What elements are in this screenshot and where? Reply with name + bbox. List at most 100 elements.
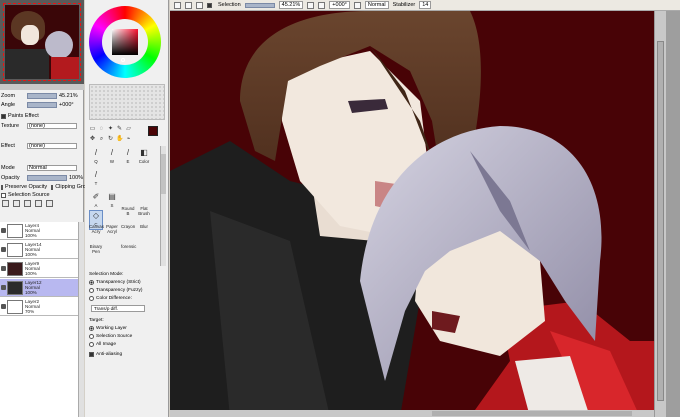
rect-select-icon[interactable]: ▭ [89, 126, 96, 133]
brush-cell[interactable]: ◧ Color [137, 148, 151, 168]
pen-icon: / [94, 148, 98, 157]
scratchpad[interactable] [89, 84, 165, 120]
brush-cell[interactable]: / W [105, 148, 119, 168]
opacity-slider[interactable] [27, 175, 67, 181]
selection-checkbox[interactable] [207, 2, 212, 8]
merge-down-icon[interactable] [35, 200, 42, 207]
selection-visible-icon[interactable] [196, 1, 203, 9]
zoom-field[interactable]: 45.21% [278, 1, 304, 9]
selection-source-label: Selection Source [8, 192, 50, 198]
zoom-slider[interactable] [27, 93, 57, 99]
texture-row: Texture (none) [0, 122, 84, 130]
visibility-icon[interactable] [1, 228, 6, 233]
brush-cell[interactable]: Crayon [121, 224, 135, 240]
mode-fuzzy-radio[interactable] [89, 288, 94, 293]
brush-cell[interactable]: Round B [121, 206, 135, 222]
visibility-icon[interactable] [1, 266, 6, 271]
invert-selection-icon[interactable] [185, 1, 192, 9]
select-eraser-icon[interactable]: ▱ [125, 126, 132, 133]
target-all-radio[interactable] [89, 342, 94, 347]
delete-layer-icon[interactable] [46, 200, 53, 207]
deselect-icon[interactable] [174, 1, 181, 9]
flip-icon[interactable] [353, 1, 361, 9]
current-color-swatch[interactable] [148, 126, 158, 136]
preserve-opacity-checkbox[interactable] [1, 184, 3, 190]
zoom-bar[interactable] [244, 2, 275, 8]
select-pen-icon[interactable]: ✎ [116, 126, 123, 133]
hand-icon[interactable]: ✋ [116, 136, 123, 143]
mode-field[interactable]: Normal [364, 1, 389, 9]
brush-cell[interactable]: Binary Pen [89, 244, 103, 264]
clipping-group-checkbox[interactable] [51, 184, 54, 190]
brush-cell[interactable]: Flat Brush [137, 206, 151, 222]
selection-source-checkbox[interactable] [1, 192, 6, 198]
angle-field[interactable]: +000° [329, 1, 350, 9]
angle-slider[interactable] [27, 102, 57, 108]
brush-icon: / [126, 148, 130, 157]
antialias-label: Anti-aliasing [96, 352, 123, 357]
mode-color-diff-radio[interactable] [89, 296, 94, 301]
brush-cell[interactable]: forensic [121, 244, 136, 264]
layer-opacity: 100% [25, 290, 37, 295]
stabilizer-field[interactable]: 14 [419, 1, 432, 9]
navigator-scrollbar[interactable] [0, 84, 84, 90]
layer-thumbnail [7, 223, 23, 238]
layer-list-scrollbar[interactable] [78, 222, 84, 417]
texture-select[interactable]: (none) [27, 123, 77, 129]
new-layer-icon[interactable] [2, 200, 9, 207]
zoom-reset-icon[interactable] [307, 1, 315, 9]
effect-select[interactable]: (none) [27, 143, 77, 149]
new-folder-icon[interactable] [13, 200, 20, 207]
drawing-canvas[interactable] [170, 11, 654, 417]
antialias-checkbox[interactable] [89, 352, 94, 357]
target-source-radio[interactable] [89, 334, 94, 339]
rotate-left-icon[interactable] [318, 1, 326, 9]
layer-row[interactable]: Layer9 Normal 100% [0, 260, 78, 278]
rotate-icon[interactable]: ↻ [107, 136, 114, 143]
visibility-icon[interactable] [1, 304, 6, 309]
visibility-icon[interactable] [1, 285, 6, 290]
brush-scrollbar[interactable] [160, 146, 166, 266]
mode-strict-radio[interactable] [89, 280, 94, 285]
mode-fuzzy-label: Transparency (Fuzzy) [96, 288, 143, 293]
brush-cell[interactable]: ▤ S [105, 192, 119, 212]
eyedropper-icon[interactable]: ⌁ [125, 136, 132, 143]
brush-cell[interactable]: Canvas Acry [89, 224, 104, 240]
navigator[interactable] [0, 0, 84, 90]
color-cursor-icon[interactable] [121, 58, 125, 62]
zoom-icon[interactable]: ⌕ [98, 136, 105, 143]
color-diff-select[interactable]: Trans/p diff. [91, 305, 145, 312]
brush-cell[interactable]: / E [121, 148, 135, 168]
brush-cell[interactable]: Blur [137, 224, 151, 240]
magic-wand-icon[interactable]: ✦ [107, 126, 114, 133]
visibility-icon[interactable] [1, 247, 6, 252]
color-wheel[interactable] [89, 6, 161, 78]
layer-row[interactable]: Layer4 Normal 100% [0, 222, 78, 240]
pen-icon: / [110, 148, 114, 157]
layer-row-selected[interactable]: Layer12 Normal 100% [0, 279, 78, 297]
horizontal-scrollbar[interactable] [170, 410, 654, 417]
layer-thumbnail [7, 280, 23, 295]
navigator-view-frame[interactable] [3, 3, 81, 81]
lasso-icon[interactable]: ◌ [98, 126, 105, 133]
saturation-value-square[interactable] [112, 29, 138, 55]
layer-list: Layer4 Normal 100% Layer14 Normal 100% Layer… [0, 222, 78, 417]
target-working-radio[interactable] [89, 326, 94, 331]
brush-cell[interactable]: ✐ A [89, 192, 103, 212]
copy-layer-icon[interactable] [24, 200, 31, 207]
mode-strict-label: Transparency (Strict) [96, 280, 141, 285]
paper-effect-checkbox[interactable] [1, 113, 6, 119]
angle-label: Angle [1, 102, 16, 108]
brush-cell[interactable]: / T [89, 170, 103, 190]
layer-row[interactable]: Layer14 Normal 100% [0, 241, 78, 259]
blend-mode-select[interactable]: Normal [27, 165, 77, 171]
brush-grid: / Q / W / E ◧ Color / T ✐ A ▤ S ◇ C Canvas Acry … [87, 146, 159, 266]
shortcut-label: A [94, 203, 98, 208]
move-icon[interactable]: ✥ [89, 136, 96, 143]
mode-color-diff-label: Color Difference: [96, 296, 132, 301]
brush-label: Blur [140, 224, 148, 229]
brush-cell[interactable]: / Q [89, 148, 103, 168]
vertical-scrollbar[interactable] [654, 11, 666, 417]
brush-cell[interactable]: Paper Acryl [105, 224, 119, 240]
layer-row[interactable]: Layer2 Normal 70% [0, 298, 78, 316]
